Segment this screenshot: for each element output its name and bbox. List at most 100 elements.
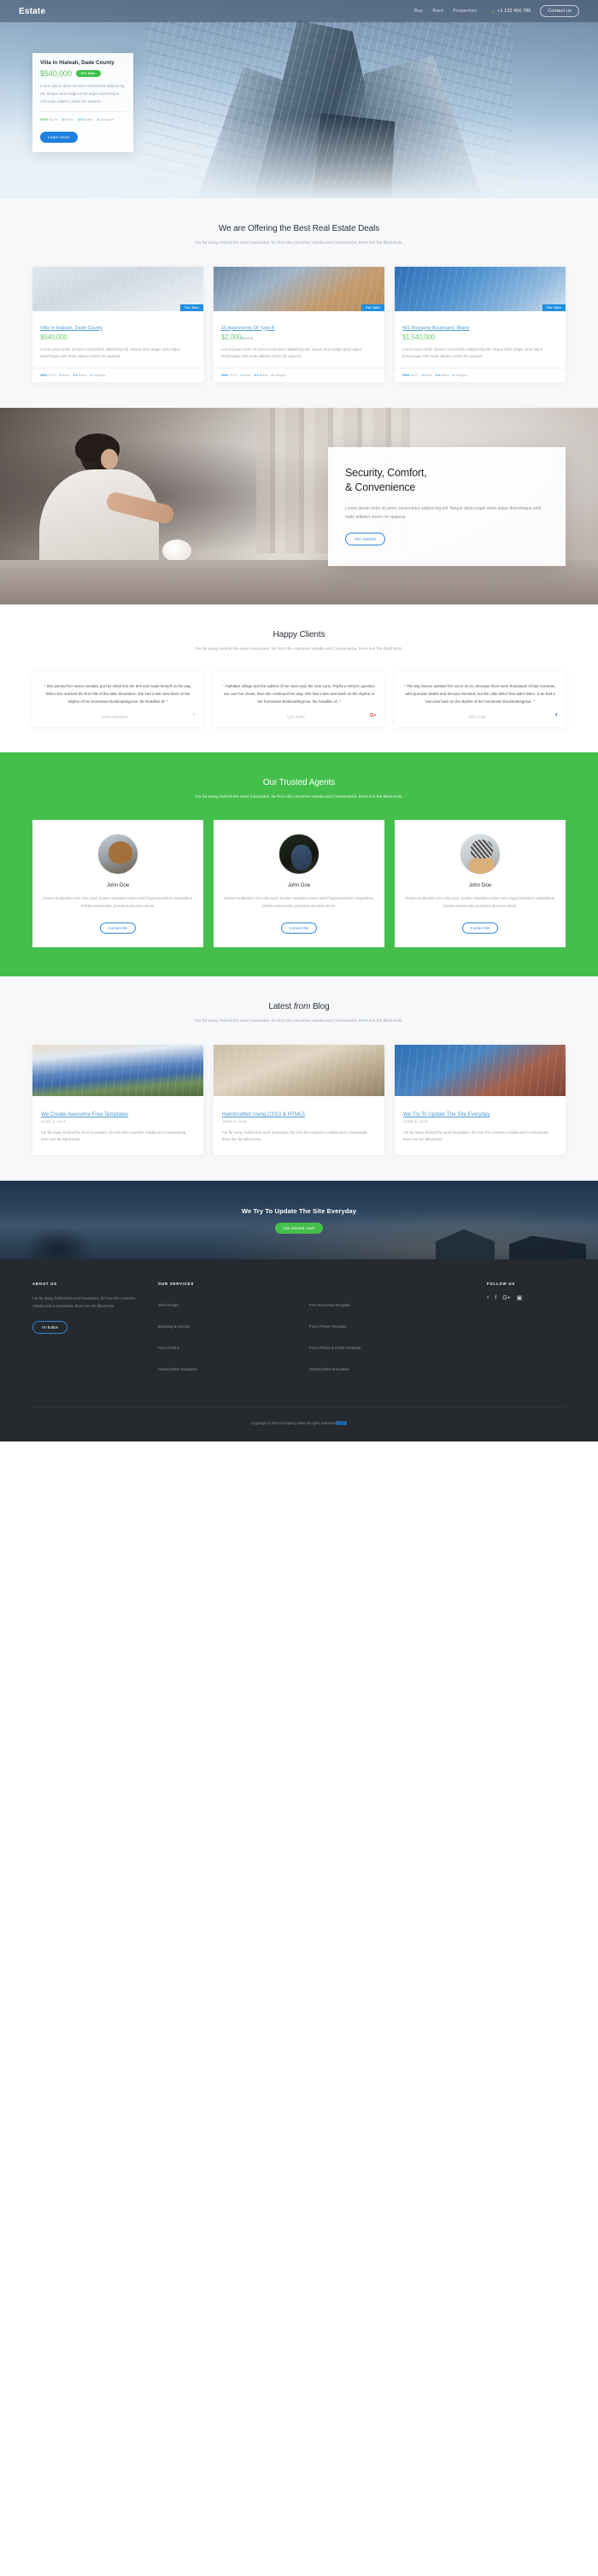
blog-card[interactable]: Handcrafted Using CSS3 & HTML5 JUNE 8, 2… — [214, 1044, 384, 1156]
footer-services-heading: OUR SERVICES — [158, 1282, 194, 1287]
facebook-icon[interactable]: f — [551, 714, 557, 719]
instagram-icon[interactable]: ▣ — [517, 1295, 523, 1301]
footer-link[interactable]: Free HTML5 — [158, 1346, 179, 1350]
property-meta: 3500 Sq Ft 3 Beds 3.5 Baths 2 Garages — [214, 367, 384, 382]
brand-logo[interactable]: Estate — [19, 7, 45, 16]
property-sqft-label: Sq Ft — [48, 373, 56, 377]
google-plus-icon[interactable]: G+ — [502, 1295, 511, 1301]
property-meta: 3500 Sq Ft 3 Beds 3.5 Baths 2 Garages — [395, 367, 566, 382]
blog-title: Latest from Blog — [268, 1002, 330, 1012]
property-card[interactable]: For Sale Villa In Hialeah, Dade County $… — [32, 266, 203, 382]
footer-follow-column: FOLLOW US ᵛ f G+ ▣ — [487, 1282, 566, 1381]
blog-thumbnail[interactable] — [214, 1044, 384, 1096]
agent-contact-button[interactable]: Contact Me — [461, 923, 499, 934]
testimonial-author: Rick Cook — [468, 714, 486, 719]
property-meta: 3500 Sq Ft 3 Beds 3.5 Baths 2 Garages — [32, 367, 203, 382]
google-plus-icon[interactable]: G+ — [370, 714, 376, 719]
nav-item-properties[interactable]: Properties — [453, 9, 477, 14]
blog-post-excerpt: Far far away, behind the word mountains,… — [41, 1129, 187, 1142]
clients-title: Happy Clients — [273, 629, 325, 640]
agent-name: John Doe — [468, 882, 492, 889]
twitter-icon[interactable]: ᵛ — [189, 714, 195, 719]
footer-copyright: Copyright © 2016.Company name All rights… — [32, 1407, 566, 1441]
property-badge: For Sale — [542, 304, 566, 311]
contact-us-button[interactable]: Contact us — [540, 5, 579, 17]
cta-get-started-button[interactable]: Get started now! — [274, 1222, 324, 1234]
feature-get-started-button[interactable]: Get started — [345, 532, 385, 545]
blog-post-title[interactable]: We Create Awesome Free Templates — [41, 1111, 128, 1117]
property-sqft-value: 3500 — [221, 373, 229, 377]
property-garages-value: 2 — [452, 373, 454, 377]
agent-contact-button[interactable]: Contact Me — [99, 923, 137, 934]
blog-thumbnail[interactable] — [32, 1044, 203, 1096]
footer-link[interactable]: Free Bootstrap Template — [309, 1303, 350, 1307]
property-baths-value: 3.5 — [435, 373, 440, 377]
clients-section: Happy Clients Far far away, behind the w… — [0, 604, 598, 752]
property-card[interactable]: For Sale 401 Biscayne Boulevard, Miami $… — [395, 266, 566, 382]
hero-meta-baths-label: Baths — [83, 117, 93, 122]
blog-post-title[interactable]: We Try To Update The Site Everyday — [403, 1111, 490, 1117]
feature-section: Security, Comfort, & Convenience Lorem ip… — [0, 407, 598, 604]
blog-card[interactable]: We Create Awesome Free Templates JUNE 8,… — [32, 1044, 203, 1156]
blog-thumbnail[interactable] — [395, 1044, 566, 1096]
agent-avatar — [97, 834, 138, 875]
property-beds-label: Beds — [62, 373, 70, 377]
feature-paragraph: Lorem ipsum dolor sit amet consectetur a… — [345, 505, 542, 520]
footer-link[interactable]: Web Design — [158, 1303, 179, 1307]
testimonial-card: " The Big Oxmox advised her not to do so… — [395, 672, 566, 727]
nav-item-buy[interactable]: Buy — [414, 9, 423, 14]
footer-link[interactable]: HandCrafted Templates — [158, 1367, 197, 1371]
footer-copyright-link[interactable]: 模板铺 — [336, 1421, 347, 1426]
agent-avatar — [460, 834, 501, 875]
property-name[interactable]: 15 Apartments Of Type B — [221, 326, 274, 331]
property-garages-label: Garages — [92, 373, 106, 377]
property-thumbnail[interactable]: For Sale — [214, 266, 384, 311]
hero-card-description: Lorem ipsum dolor sit amet consectetur a… — [40, 84, 125, 103]
blog-post-title[interactable]: Handcrafted Using CSS3 & HTML5 — [222, 1111, 305, 1117]
property-garages-value: 2 — [271, 373, 273, 377]
property-price: $2,000MONTH — [221, 333, 254, 341]
facebook-icon[interactable]: f — [495, 1295, 496, 1301]
property-beds-value: 3 — [240, 373, 243, 377]
footer-about-column: ABOUT US Far far away, behind the word m… — [32, 1282, 139, 1381]
property-thumbnail[interactable]: For Sale — [32, 266, 203, 311]
offers-section: We are Offering the Best Real Estate Dea… — [0, 198, 598, 408]
agent-card: John Doe Veniam laudantium rem odio quod… — [395, 820, 566, 948]
feature-heading: Security, Comfort, & Convenience — [345, 466, 427, 493]
property-name[interactable]: Villa In Hialeah, Dade County — [40, 326, 103, 331]
agent-contact-button[interactable]: Contact Me — [280, 923, 318, 934]
blog-post-date: JUNE 8, 2016 — [403, 1119, 429, 1123]
footer-about-button[interactable]: I'm button — [32, 1320, 68, 1334]
blog-post-date: JUNE 8, 2016 — [222, 1119, 248, 1123]
hero-card-badge: For Sale — [75, 70, 101, 77]
footer-link[interactable]: Branding & Identity — [158, 1324, 190, 1329]
blog-section: Latest from Blog Far far away, behind th… — [0, 976, 598, 1182]
property-baths-label: Baths — [440, 373, 449, 377]
testimonial-grid: " She packed her seven versalia, put her… — [32, 672, 566, 727]
footer-link[interactable]: HandCrafted Templates — [309, 1367, 349, 1371]
blog-card[interactable]: We Try To Update The Site Everyday JUNE … — [395, 1044, 566, 1156]
property-name[interactable]: 401 Biscayne Boulevard, Miami — [402, 326, 469, 331]
footer-link[interactable]: Free HTML5 & CSS3 Template — [309, 1346, 361, 1350]
agent-name: John Doe — [287, 882, 311, 889]
hero-meta-beds-label: Beds — [65, 117, 73, 122]
cta-heading: We Try To Update The Site Everyday — [241, 1206, 357, 1215]
nav-phone-number: +1 123 456 789 — [497, 9, 531, 14]
hero-meta-beds-value: 3 — [62, 117, 64, 122]
property-badge: For Sale — [361, 304, 384, 311]
agent-bio: Veniam laudantium rem odio quod, beatae … — [405, 896, 555, 908]
twitter-icon[interactable]: ᵛ — [487, 1295, 489, 1301]
phone-icon — [491, 9, 495, 13]
testimonial-author: Kyle Smith — [287, 714, 305, 719]
footer-services-list-2: Free Bootstrap Template Free HTML5 Templ… — [309, 1295, 468, 1375]
footer-about-heading: ABOUT US — [32, 1282, 57, 1287]
footer-link[interactable]: Free HTML5 Template — [309, 1324, 347, 1329]
nav-phone[interactable]: +1 123 456 789 — [491, 9, 531, 14]
hero-learn-more-button[interactable]: Learn more — [40, 132, 78, 144]
property-description: Lorem ipsum dolor sit amet consectetur a… — [402, 346, 543, 359]
property-baths-label: Baths — [78, 373, 87, 377]
property-card[interactable]: For Sale 15 Apartments Of Type B $2,000M… — [214, 266, 384, 382]
property-beds-label: Beds — [424, 373, 432, 377]
property-thumbnail[interactable]: For Sale — [395, 266, 566, 311]
nav-item-rent[interactable]: Rent — [432, 9, 443, 14]
